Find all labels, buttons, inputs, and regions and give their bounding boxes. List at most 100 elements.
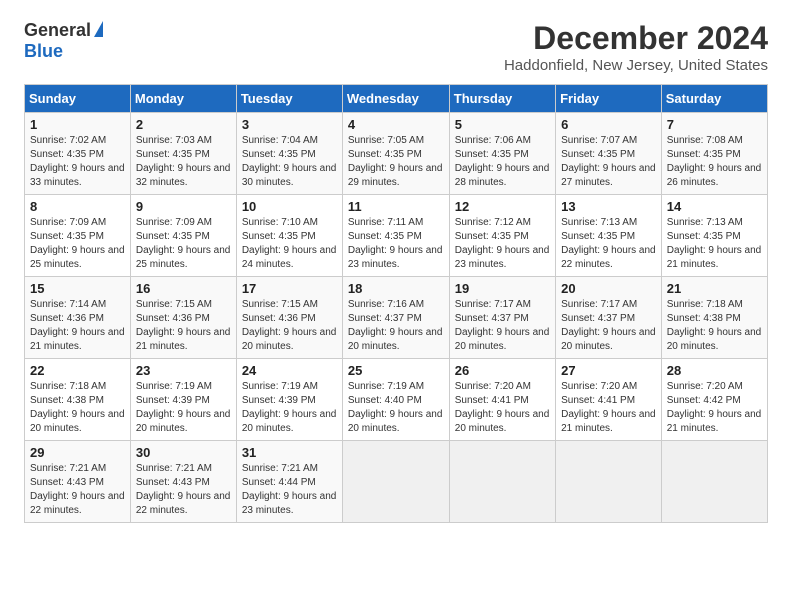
day-cell: 1 Sunrise: 7:02 AM Sunset: 4:35 PM Dayli… — [25, 113, 131, 195]
day-info: Sunrise: 7:03 AM Sunset: 4:35 PM Dayligh… — [136, 134, 231, 190]
day-info: Sunrise: 7:07 AM Sunset: 4:35 PM Dayligh… — [561, 134, 656, 190]
day-number: 17 — [242, 281, 337, 296]
day-cell: 12 Sunrise: 7:12 AM Sunset: 4:35 PM Dayl… — [449, 195, 555, 277]
day-number: 23 — [136, 363, 231, 378]
day-cell: 19 Sunrise: 7:17 AM Sunset: 4:37 PM Dayl… — [449, 277, 555, 359]
day-cell: 11 Sunrise: 7:11 AM Sunset: 4:35 PM Dayl… — [342, 195, 449, 277]
day-cell: 5 Sunrise: 7:06 AM Sunset: 4:35 PM Dayli… — [449, 113, 555, 195]
header: General Blue December 2024 Haddonfield, … — [24, 20, 768, 74]
day-info: Sunrise: 7:18 AM Sunset: 4:38 PM Dayligh… — [30, 380, 125, 436]
day-info: Sunrise: 7:15 AM Sunset: 4:36 PM Dayligh… — [136, 298, 231, 354]
day-info: Sunrise: 7:19 AM Sunset: 4:39 PM Dayligh… — [242, 380, 337, 436]
day-info: Sunrise: 7:20 AM Sunset: 4:41 PM Dayligh… — [561, 380, 656, 436]
logo-general: General — [24, 20, 91, 41]
day-number: 9 — [136, 199, 231, 214]
logo-icon — [94, 21, 103, 37]
day-cell — [556, 441, 662, 523]
header-wednesday: Wednesday — [342, 85, 449, 113]
day-cell: 31 Sunrise: 7:21 AM Sunset: 4:44 PM Dayl… — [236, 441, 342, 523]
day-number: 13 — [561, 199, 656, 214]
day-info: Sunrise: 7:04 AM Sunset: 4:35 PM Dayligh… — [242, 134, 337, 190]
day-cell — [449, 441, 555, 523]
header-thursday: Thursday — [449, 85, 555, 113]
day-info: Sunrise: 7:06 AM Sunset: 4:35 PM Dayligh… — [455, 134, 550, 190]
day-cell: 6 Sunrise: 7:07 AM Sunset: 4:35 PM Dayli… — [556, 113, 662, 195]
day-info: Sunrise: 7:09 AM Sunset: 4:35 PM Dayligh… — [30, 216, 125, 272]
day-cell: 22 Sunrise: 7:18 AM Sunset: 4:38 PM Dayl… — [25, 359, 131, 441]
day-number: 1 — [30, 117, 125, 132]
day-cell: 23 Sunrise: 7:19 AM Sunset: 4:39 PM Dayl… — [130, 359, 236, 441]
day-cell: 29 Sunrise: 7:21 AM Sunset: 4:43 PM Dayl… — [25, 441, 131, 523]
day-cell: 8 Sunrise: 7:09 AM Sunset: 4:35 PM Dayli… — [25, 195, 131, 277]
day-cell: 21 Sunrise: 7:18 AM Sunset: 4:38 PM Dayl… — [661, 277, 767, 359]
day-info: Sunrise: 7:12 AM Sunset: 4:35 PM Dayligh… — [455, 216, 550, 272]
day-cell: 14 Sunrise: 7:13 AM Sunset: 4:35 PM Dayl… — [661, 195, 767, 277]
day-cell: 28 Sunrise: 7:20 AM Sunset: 4:42 PM Dayl… — [661, 359, 767, 441]
day-cell: 20 Sunrise: 7:17 AM Sunset: 4:37 PM Dayl… — [556, 277, 662, 359]
day-number: 7 — [667, 117, 762, 132]
day-info: Sunrise: 7:17 AM Sunset: 4:37 PM Dayligh… — [455, 298, 550, 354]
header-sunday: Sunday — [25, 85, 131, 113]
day-cell: 18 Sunrise: 7:16 AM Sunset: 4:37 PM Dayl… — [342, 277, 449, 359]
day-cell: 10 Sunrise: 7:10 AM Sunset: 4:35 PM Dayl… — [236, 195, 342, 277]
day-info: Sunrise: 7:14 AM Sunset: 4:36 PM Dayligh… — [30, 298, 125, 354]
day-cell: 15 Sunrise: 7:14 AM Sunset: 4:36 PM Dayl… — [25, 277, 131, 359]
day-cell: 24 Sunrise: 7:19 AM Sunset: 4:39 PM Dayl… — [236, 359, 342, 441]
day-number: 4 — [348, 117, 444, 132]
day-number: 2 — [136, 117, 231, 132]
day-number: 31 — [242, 445, 337, 460]
day-number: 16 — [136, 281, 231, 296]
day-info: Sunrise: 7:18 AM Sunset: 4:38 PM Dayligh… — [667, 298, 762, 354]
day-info: Sunrise: 7:15 AM Sunset: 4:36 PM Dayligh… — [242, 298, 337, 354]
day-info: Sunrise: 7:20 AM Sunset: 4:42 PM Dayligh… — [667, 380, 762, 436]
day-cell: 16 Sunrise: 7:15 AM Sunset: 4:36 PM Dayl… — [130, 277, 236, 359]
day-info: Sunrise: 7:20 AM Sunset: 4:41 PM Dayligh… — [455, 380, 550, 436]
day-number: 14 — [667, 199, 762, 214]
day-number: 21 — [667, 281, 762, 296]
day-number: 28 — [667, 363, 762, 378]
location-title: Haddonfield, New Jersey, United States — [504, 57, 768, 74]
day-cell: 4 Sunrise: 7:05 AM Sunset: 4:35 PM Dayli… — [342, 113, 449, 195]
week-row-3: 15 Sunrise: 7:14 AM Sunset: 4:36 PM Dayl… — [25, 277, 768, 359]
day-number: 30 — [136, 445, 231, 460]
day-number: 27 — [561, 363, 656, 378]
week-row-5: 29 Sunrise: 7:21 AM Sunset: 4:43 PM Dayl… — [25, 441, 768, 523]
day-number: 3 — [242, 117, 337, 132]
day-number: 15 — [30, 281, 125, 296]
header-row: SundayMondayTuesdayWednesdayThursdayFrid… — [25, 85, 768, 113]
day-info: Sunrise: 7:11 AM Sunset: 4:35 PM Dayligh… — [348, 216, 444, 272]
day-number: 24 — [242, 363, 337, 378]
day-cell: 2 Sunrise: 7:03 AM Sunset: 4:35 PM Dayli… — [130, 113, 236, 195]
day-cell: 27 Sunrise: 7:20 AM Sunset: 4:41 PM Dayl… — [556, 359, 662, 441]
day-number: 19 — [455, 281, 550, 296]
day-number: 11 — [348, 199, 444, 214]
calendar-table: SundayMondayTuesdayWednesdayThursdayFrid… — [24, 84, 768, 523]
day-number: 20 — [561, 281, 656, 296]
day-info: Sunrise: 7:19 AM Sunset: 4:40 PM Dayligh… — [348, 380, 444, 436]
month-title: December 2024 — [504, 20, 768, 57]
day-info: Sunrise: 7:10 AM Sunset: 4:35 PM Dayligh… — [242, 216, 337, 272]
day-cell: 13 Sunrise: 7:13 AM Sunset: 4:35 PM Dayl… — [556, 195, 662, 277]
day-cell — [342, 441, 449, 523]
day-number: 29 — [30, 445, 125, 460]
day-cell: 30 Sunrise: 7:21 AM Sunset: 4:43 PM Dayl… — [130, 441, 236, 523]
week-row-4: 22 Sunrise: 7:18 AM Sunset: 4:38 PM Dayl… — [25, 359, 768, 441]
day-cell: 26 Sunrise: 7:20 AM Sunset: 4:41 PM Dayl… — [449, 359, 555, 441]
day-number: 5 — [455, 117, 550, 132]
header-tuesday: Tuesday — [236, 85, 342, 113]
day-info: Sunrise: 7:21 AM Sunset: 4:44 PM Dayligh… — [242, 462, 337, 518]
header-friday: Friday — [556, 85, 662, 113]
day-info: Sunrise: 7:05 AM Sunset: 4:35 PM Dayligh… — [348, 134, 444, 190]
day-info: Sunrise: 7:02 AM Sunset: 4:35 PM Dayligh… — [30, 134, 125, 190]
day-number: 26 — [455, 363, 550, 378]
day-cell: 17 Sunrise: 7:15 AM Sunset: 4:36 PM Dayl… — [236, 277, 342, 359]
day-info: Sunrise: 7:21 AM Sunset: 4:43 PM Dayligh… — [30, 462, 125, 518]
day-number: 12 — [455, 199, 550, 214]
day-number: 18 — [348, 281, 444, 296]
day-cell: 25 Sunrise: 7:19 AM Sunset: 4:40 PM Dayl… — [342, 359, 449, 441]
day-info: Sunrise: 7:13 AM Sunset: 4:35 PM Dayligh… — [561, 216, 656, 272]
logo-blue: Blue — [24, 41, 63, 62]
header-saturday: Saturday — [661, 85, 767, 113]
day-cell: 3 Sunrise: 7:04 AM Sunset: 4:35 PM Dayli… — [236, 113, 342, 195]
day-info: Sunrise: 7:13 AM Sunset: 4:35 PM Dayligh… — [667, 216, 762, 272]
